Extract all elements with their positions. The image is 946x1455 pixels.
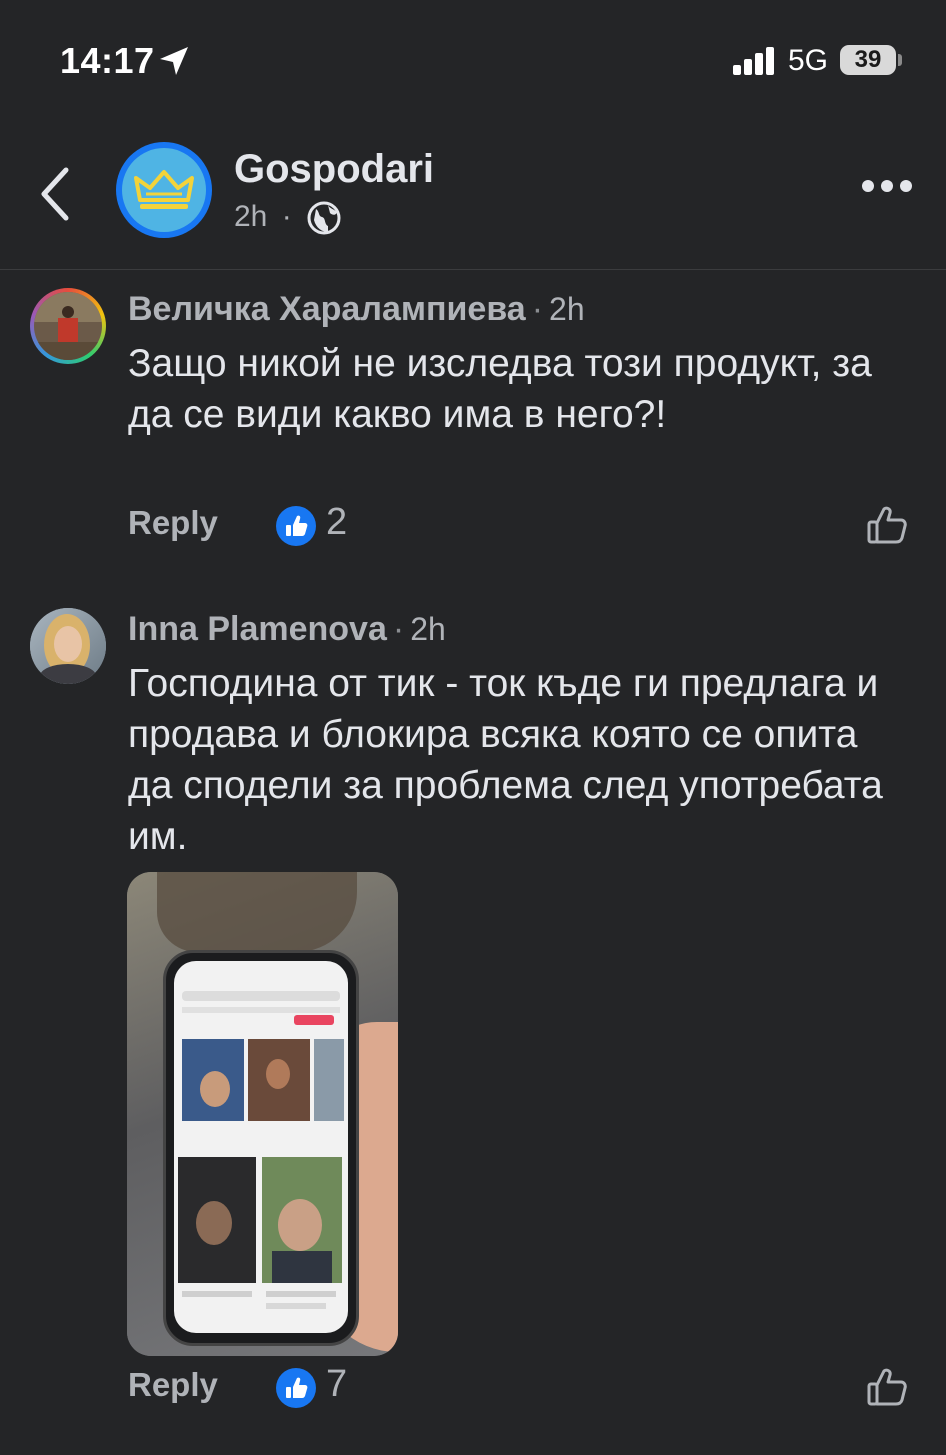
comment-author[interactable]: Inna Plamenova [128,610,387,648]
phone-screen [174,961,348,1333]
page-avatar[interactable] [116,142,212,238]
comment-text: Защо никой не изследва този продукт, за … [128,342,872,436]
comment-text: Господина от тик - ток къде ги предлага … [128,662,883,858]
comment-time: 2h [549,291,585,327]
comment-actions: Reply 2 [128,501,918,554]
phone-frame [163,950,359,1346]
like-count: 7 [326,1363,348,1405]
crown-icon [134,170,194,209]
comment-image[interactable] [127,872,398,1356]
meta-separator: · [281,200,292,233]
comment-header: Inna Plamenova · 2h [128,610,446,649]
thumbs-up-outline-icon[interactable] [866,1366,908,1408]
comment-actions: Reply 7 [128,1363,918,1416]
comment-separator: · [392,610,405,648]
like-count: 2 [326,501,348,543]
status-time: 14:17 [60,40,155,81]
status-bar: 14:17 5G 39 [0,0,946,120]
post-header: Gospodari 2h · [0,120,946,270]
avatar[interactable] [30,288,106,364]
back-chevron-icon[interactable] [36,164,76,224]
comment-author[interactable]: Величка Харалампиева [128,290,526,328]
thumbs-up-outline-icon[interactable] [866,504,908,546]
battery-icon: 39 [840,45,896,75]
location-arrow-icon [160,47,188,75]
comment-separator: · [531,290,544,328]
reply-button[interactable]: Reply [128,1366,218,1404]
signal-icon [733,47,774,75]
page-name[interactable]: Gospodari [234,147,434,192]
more-dots-icon[interactable] [862,180,912,196]
reply-button[interactable]: Reply [128,504,218,542]
like-badge-icon [276,1368,316,1408]
post-meta: 2h · [234,200,292,234]
post-time: 2h [234,200,268,233]
comment-time: 2h [410,611,446,647]
avatar[interactable] [30,608,106,684]
battery-nub [898,54,902,66]
globe-icon [307,201,341,235]
like-badge-icon [276,506,316,546]
comment-header: Величка Харалампиева · 2h [128,290,585,329]
network-label: 5G [788,44,829,77]
